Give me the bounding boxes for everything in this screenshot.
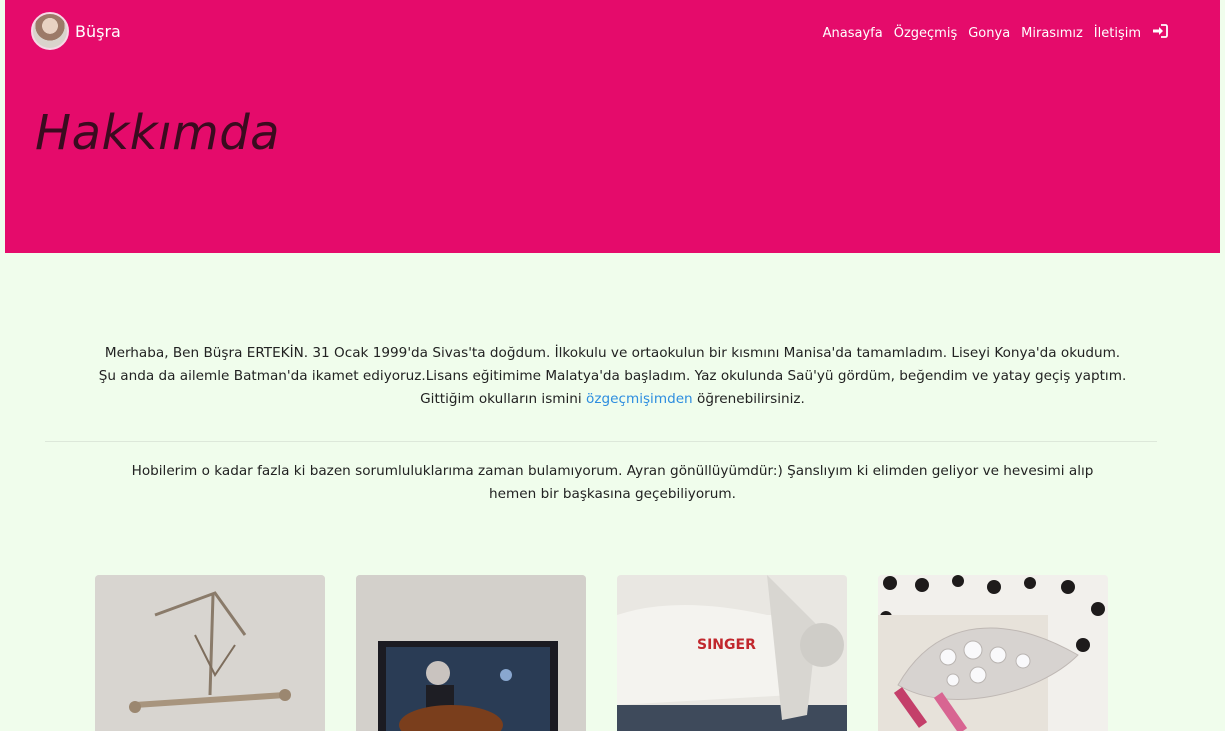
- intro-line-2: Şu anda da ailemle Batman'da ikamet ediy…: [98, 368, 1127, 384]
- login-button[interactable]: [1152, 24, 1168, 42]
- brand-link[interactable]: Büşra: [31, 12, 121, 50]
- nav-item-anasayfa[interactable]: Anasayfa: [823, 26, 883, 41]
- gallery-card-tv[interactable]: [356, 575, 586, 731]
- gallery-card-sewing-machine[interactable]: SINGER: [617, 575, 847, 731]
- gallery-card-beadwork[interactable]: [878, 575, 1108, 731]
- resume-link[interactable]: özgeçmişimden: [586, 391, 693, 407]
- section-divider: [45, 441, 1157, 442]
- page-title: Hakkımda: [35, 105, 281, 161]
- macrame-image: [95, 575, 325, 731]
- brand-name: Büşra: [75, 21, 121, 41]
- hobby-line-2: hemen bir başkasına geçebiliyorum.: [489, 486, 736, 502]
- hobby-line-1: Hobilerim o kadar fazla ki bazen sorumlu…: [131, 463, 1094, 479]
- avatar: [31, 12, 69, 50]
- sewing-machine-image: SINGER: [617, 575, 847, 731]
- tv-image: [356, 575, 586, 731]
- beadwork-image: [878, 575, 1108, 731]
- sign-in-icon: [1153, 24, 1168, 38]
- nav-item-mirasimiz[interactable]: Mirasımız: [1021, 26, 1083, 41]
- nav-item-ozgecmis[interactable]: Özgeçmiş: [894, 26, 958, 41]
- intro-line-1: Merhaba, Ben Büşra ERTEKİN. 31 Ocak 1999…: [104, 345, 1121, 361]
- nav-item-iletisim[interactable]: İletişim: [1094, 26, 1141, 41]
- hero-banner: Büşra Anasayfa Özgeçmiş Gonya Mirasımız …: [5, 0, 1220, 253]
- singer-label: SINGER: [697, 637, 756, 653]
- main-nav: Anasayfa Özgeçmiş Gonya Mirasımız İletiş…: [823, 24, 1168, 42]
- gallery-card-macrame[interactable]: [95, 575, 325, 731]
- intro-paragraph: Merhaba, Ben Büşra ERTEKİN. 31 Ocak 1999…: [20, 342, 1205, 411]
- hobby-paragraph: Hobilerim o kadar fazla ki bazen sorumlu…: [40, 460, 1185, 506]
- nav-item-gonya[interactable]: Gonya: [968, 26, 1010, 41]
- intro-line-3-after: öğrenebilirsiniz.: [697, 391, 805, 407]
- intro-line-3-before: Gittiğim okulların ismini: [420, 391, 582, 407]
